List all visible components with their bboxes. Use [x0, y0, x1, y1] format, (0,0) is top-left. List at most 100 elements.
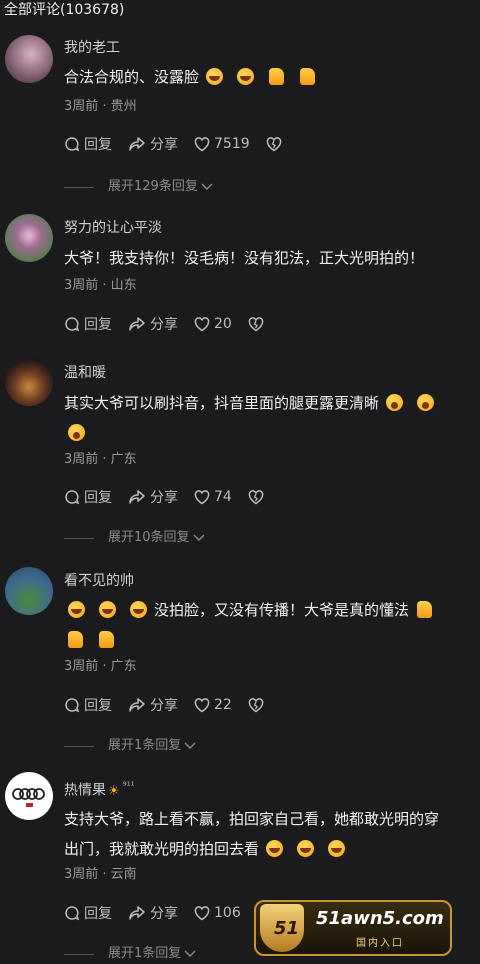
watermark-subtitle: 国内入口: [356, 938, 404, 949]
comment-username[interactable]: 热情果 ☀ ⁹¹¹: [64, 777, 135, 802]
laughing-crying-emoji-icon: [99, 601, 116, 618]
like-count: 106: [214, 905, 241, 921]
comment-text: 大爷！我支持你！没毛病！没有犯法，正大光明拍的！: [64, 249, 425, 267]
comment-actions: 回复 分享 20: [64, 314, 284, 334]
like-count: 22: [214, 697, 232, 713]
laughing-crying-emoji-icon: [237, 68, 255, 85]
comment-meta: 3周前 · 贵州: [64, 99, 137, 114]
share-icon: [129, 906, 145, 920]
reply-icon: [65, 698, 80, 713]
comment-username[interactable]: 看不见的帅: [64, 571, 134, 591]
like-button[interactable]: 106: [194, 905, 241, 921]
divider-line: [64, 186, 94, 188]
laughing-crying-emoji-icon: [206, 68, 224, 85]
avatar[interactable]: [5, 214, 53, 262]
site-watermark: 51 51awn5.com 国内入口: [254, 900, 452, 956]
comment-meta: 3周前 · 山东: [64, 278, 137, 293]
heart-icon: [194, 697, 210, 712]
expand-replies[interactable]: 展开10条回复: [64, 529, 205, 547]
share-icon: [129, 137, 145, 151]
heart-icon: [194, 316, 210, 331]
comment-actions: 回复 分享 7519: [64, 134, 302, 154]
dislike-button[interactable]: [266, 136, 286, 152]
like-button[interactable]: 22: [194, 697, 232, 713]
avatar[interactable]: [5, 567, 53, 615]
divider-line: [64, 745, 94, 747]
laughing-crying-emoji-icon: [68, 601, 85, 618]
share-button[interactable]: 分享: [128, 134, 178, 154]
like-count: 74: [214, 489, 232, 505]
like-button[interactable]: 7519: [194, 136, 250, 152]
comment-actions: 回复 分享 106: [64, 903, 257, 923]
laughing-crying-emoji-icon: [130, 601, 147, 618]
dislike-button[interactable]: [248, 697, 268, 713]
comment-username[interactable]: 温和暖: [64, 363, 106, 383]
share-icon: [129, 490, 145, 504]
comment-text: 支持大爷，路上看不赢，拍回家自己看，她都敢光明的穿 出门，我就敢光明的拍回去看: [64, 810, 440, 858]
broken-heart-icon: [248, 489, 264, 504]
broken-heart-icon: [248, 697, 264, 712]
comment-text: 合法合规的、没露脸: [64, 62, 476, 92]
share-button[interactable]: 分享: [128, 695, 178, 715]
comment-text: 没拍脸，又没有传播！大爷是真的懂法: [64, 595, 476, 655]
comment-actions: 回复 分享 22: [64, 695, 284, 715]
reply-icon: [65, 490, 80, 505]
heart-icon: [194, 136, 210, 151]
like-count: 7519: [214, 136, 250, 152]
comment-text: 其实大爷可以刷抖音，抖音里面的腿更露更清晰: [64, 388, 476, 448]
chevron-down-icon: [184, 742, 196, 749]
divider-line: [64, 953, 94, 955]
comment-username[interactable]: 我的老工: [64, 38, 120, 58]
avatar[interactable]: [5, 358, 53, 406]
share-button[interactable]: 分享: [128, 487, 178, 507]
reply-icon: [65, 906, 80, 921]
car-brand-logo-icon: [12, 788, 45, 807]
thumbs-up-icon: [417, 601, 433, 618]
reply-icon: [65, 317, 80, 332]
share-button[interactable]: 分享: [128, 903, 178, 923]
chevron-down-icon: [201, 183, 213, 190]
reply-button[interactable]: 回复: [64, 695, 112, 715]
watermark-domain: 51awn5.com: [316, 908, 444, 929]
heart-icon: [194, 489, 210, 504]
yawning-emoji-icon: [386, 394, 404, 411]
expand-replies[interactable]: 展开1条回复: [64, 945, 196, 963]
thumbs-up-icon: [99, 631, 114, 648]
like-button[interactable]: 74: [194, 489, 232, 505]
avatar[interactable]: [5, 772, 53, 820]
chevron-down-icon: [184, 950, 196, 957]
share-icon: [129, 317, 145, 331]
thumbs-up-icon: [68, 631, 83, 648]
dislike-button[interactable]: [248, 489, 268, 505]
watermark-logo: 51: [260, 904, 304, 952]
like-count: 20: [214, 316, 232, 332]
heart-icon: [194, 905, 210, 920]
expand-replies[interactable]: 展开1条回复: [64, 737, 196, 755]
yawning-emoji-icon: [68, 424, 85, 441]
grinning-sweat-emoji-icon: [328, 840, 346, 857]
grinning-sweat-emoji-icon: [266, 840, 284, 857]
comment-actions: 回复 分享 74: [64, 487, 284, 507]
reply-icon: [65, 137, 80, 152]
thumbs-up-icon: [269, 68, 285, 85]
avatar[interactable]: [5, 35, 53, 83]
reply-button[interactable]: 回复: [64, 487, 112, 507]
comment-username[interactable]: 努力的让心平淡: [64, 218, 162, 238]
reply-button[interactable]: 回复: [64, 134, 112, 154]
level-badge: ⁹¹¹: [122, 781, 135, 792]
share-icon: [129, 698, 145, 712]
comment-meta: 3周前 · 广东: [64, 659, 137, 674]
comments-header: 全部评论(103678): [4, 2, 125, 18]
expand-replies[interactable]: 展开129条回复: [64, 178, 213, 196]
thumbs-up-icon: [300, 68, 316, 85]
comment-meta: 3周前 · 云南: [64, 867, 137, 882]
dislike-button[interactable]: [248, 316, 268, 332]
reply-button[interactable]: 回复: [64, 314, 112, 334]
like-button[interactable]: 20: [194, 316, 232, 332]
reply-button[interactable]: 回复: [64, 903, 112, 923]
broken-heart-icon: [266, 136, 281, 151]
comment-meta: 3周前 · 广东: [64, 452, 137, 467]
chevron-down-icon: [193, 534, 205, 541]
grinning-sweat-emoji-icon: [297, 840, 315, 857]
share-button[interactable]: 分享: [128, 314, 178, 334]
